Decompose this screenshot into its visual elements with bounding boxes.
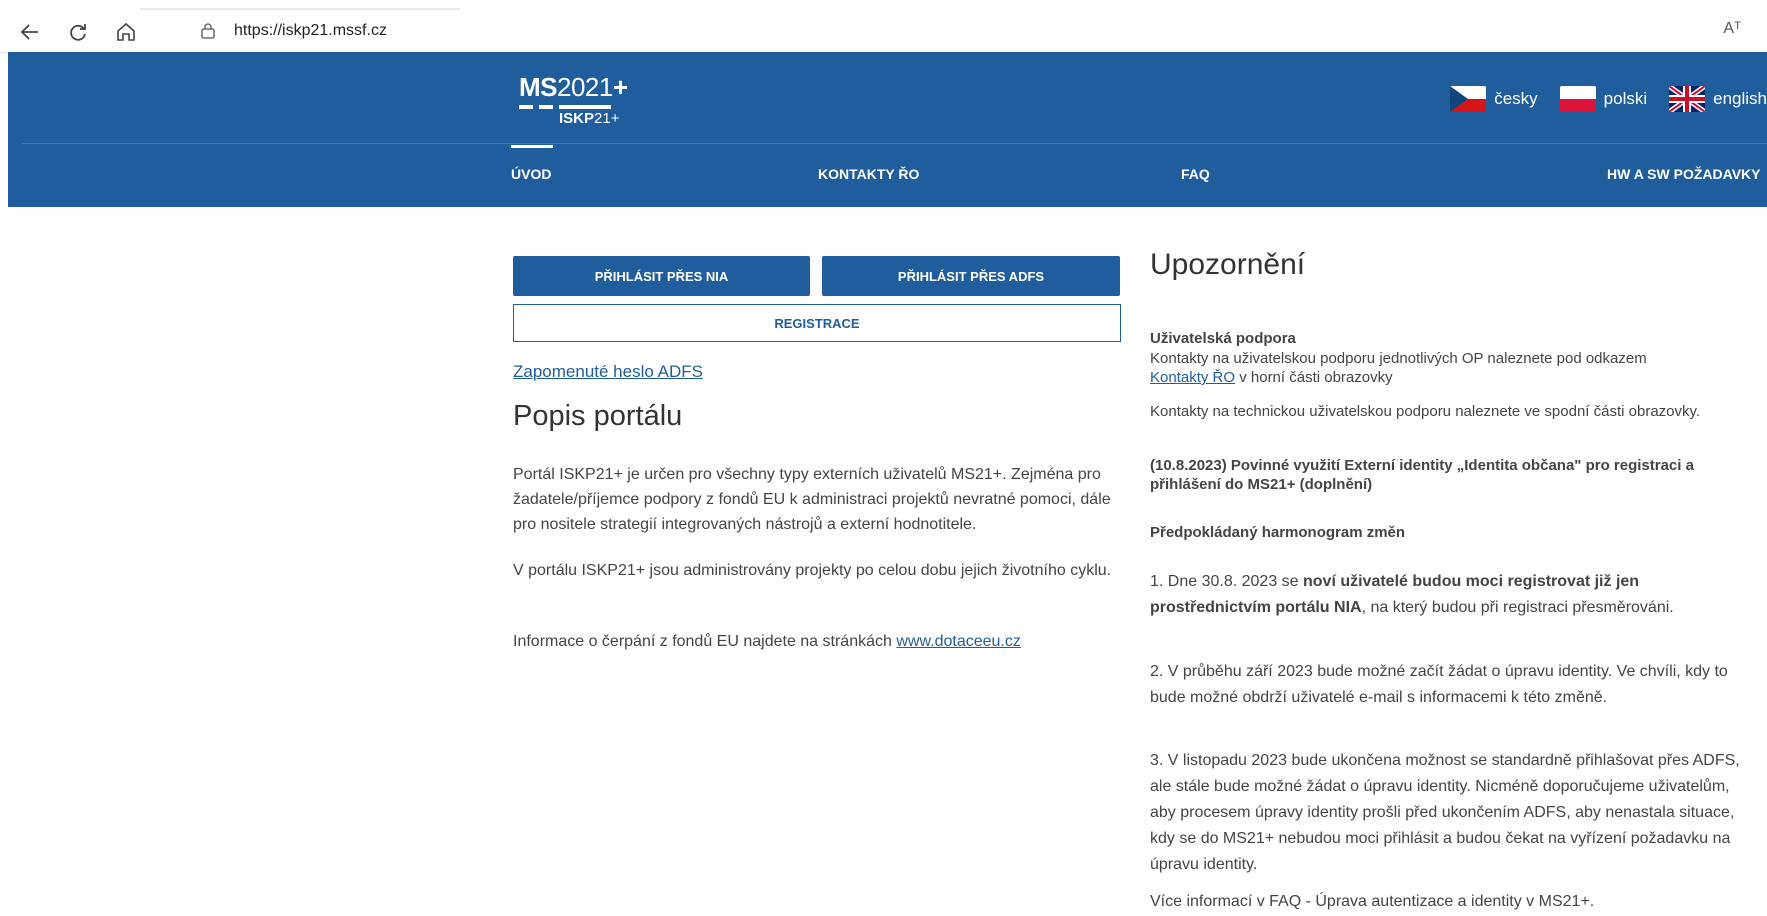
register-button[interactable]: REGISTRACE <box>513 304 1121 342</box>
portal-title: Popis portálu <box>513 400 683 432</box>
czech-flag-icon <box>1450 86 1487 112</box>
language-switcher: česky polski english <box>1450 86 1767 112</box>
schedule-step-1: 1. Dne 30.8. 2023 se noví uživatelé budo… <box>1150 573 1674 616</box>
header-divider <box>22 143 1767 144</box>
lang-czech[interactable]: česky <box>1450 86 1538 112</box>
portal-lifecycle-text: V portálu ISKP21+ jsou administrovány pr… <box>513 562 1112 579</box>
tech-support-text: Kontakty na technickou uživatelskou podp… <box>1150 403 1701 420</box>
notice-title: Upozornění <box>1150 248 1306 281</box>
announcement-heading: (10.8.2023) Povinné využití Externí iden… <box>1150 457 1694 493</box>
schedule-step-2: 2. V průběhu září 2023 bude možné začít … <box>1150 663 1728 706</box>
menu-faq[interactable]: FAQ <box>1181 166 1210 182</box>
uk-flag-icon <box>1669 86 1706 112</box>
login-nia-button[interactable]: PŘIHLÁSIT PŘES NIA <box>513 256 810 296</box>
schedule-step-3: 3. V listopadu 2023 bude ukončena možnos… <box>1150 752 1740 873</box>
support-heading: Uživatelská podpora <box>1150 330 1296 347</box>
menu-uvod[interactable]: ÚVOD <box>511 166 551 182</box>
lang-english[interactable]: english <box>1669 86 1767 112</box>
home-icon[interactable] <box>112 18 140 46</box>
browser-toolbar: https://iskp21.mssf.cz Aᵀ <box>0 0 1767 53</box>
refresh-icon[interactable] <box>64 18 92 46</box>
menu-kontakty-ro[interactable]: KONTAKTY ŘO <box>818 166 919 182</box>
url-text: https://iskp21.mssf.cz <box>234 22 387 39</box>
support-text: Kontakty na uživatelskou podporu jednotl… <box>1150 350 1647 386</box>
portal-description: Portál ISKP21+ je určen pro všechny typy… <box>513 466 1111 533</box>
address-bar[interactable]: https://iskp21.mssf.cz <box>176 15 1736 47</box>
tab-strip-line <box>140 8 460 10</box>
portal-info-text: Informace o čerpání z fondů EU najdete n… <box>513 633 1021 650</box>
dotaceeu-link[interactable]: www.dotaceeu.cz <box>896 633 1021 650</box>
more-info-text: Více informací v FAQ - Úprava autentizac… <box>1150 893 1595 910</box>
lang-polish[interactable]: polski <box>1559 86 1647 112</box>
schedule-heading: Předpokládaný harmonogram změn <box>1150 524 1406 541</box>
forgot-password-link[interactable]: Zapomenuté heslo ADFS <box>513 362 703 382</box>
read-aloud-icon[interactable]: Aᵀ <box>1723 20 1741 38</box>
ms2021-logo[interactable]: MS2021+ ISKP21+ <box>519 72 629 127</box>
polish-flag-icon <box>1559 86 1596 112</box>
site-header: MS2021+ ISKP21+ česky polski english ÚVO… <box>8 52 1767 207</box>
kontakty-ro-link[interactable]: Kontakty ŘO <box>1150 369 1235 386</box>
active-menu-indicator <box>511 145 553 148</box>
login-adfs-button[interactable]: PŘIHLÁSIT PŘES ADFS <box>822 256 1120 296</box>
back-arrow-icon[interactable] <box>16 18 44 46</box>
menu-hw-sw-pozadavky[interactable]: HW A SW POŽADAVKY <box>1607 166 1760 182</box>
lock-icon <box>200 23 216 39</box>
